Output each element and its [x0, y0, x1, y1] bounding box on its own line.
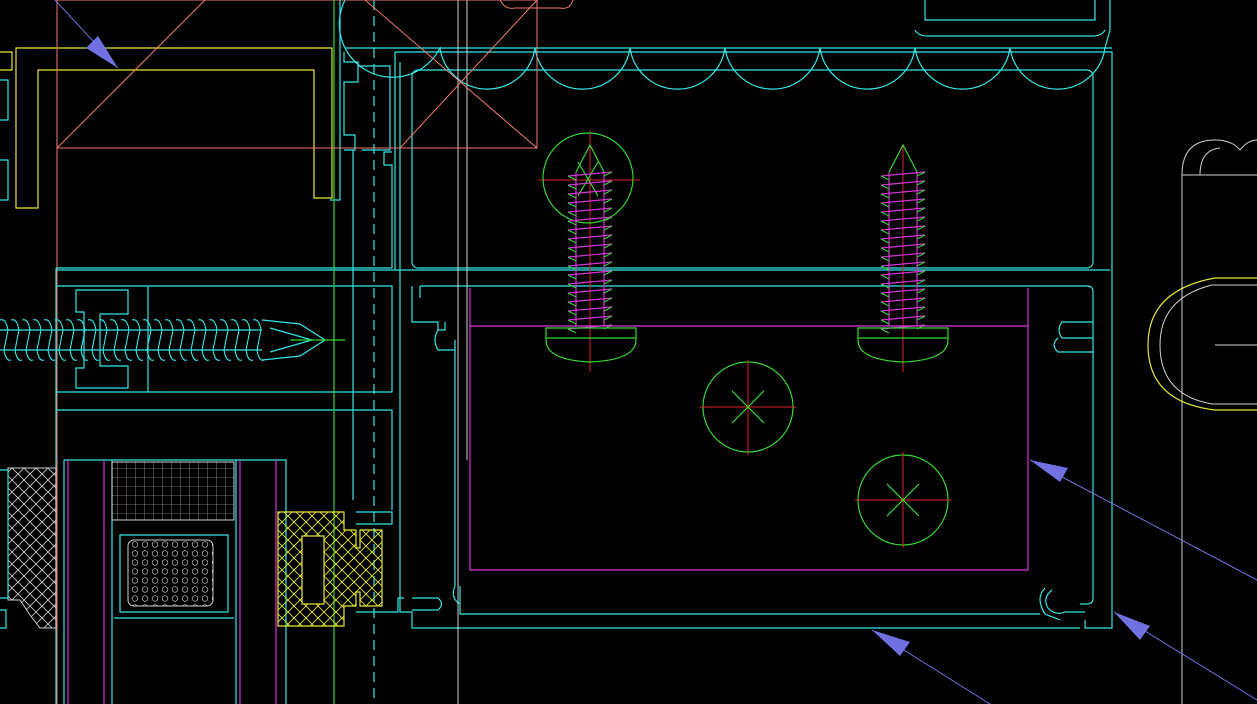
screw-hole-center[interactable] [700, 360, 796, 455]
top-left-insulation-block [0, 0, 538, 209]
leader-arrow-right-mid [1029, 459, 1257, 581]
left-frame-profile[interactable] [55, 0, 468, 704]
leader-arrow-top-left [54, 0, 119, 69]
glazing-gasket-assembly [0, 459, 404, 704]
vertical-screw-left[interactable] [538, 130, 640, 372]
aluminium-profile-main[interactable] [56, 51, 1113, 629]
top-bulb-seal [338, 0, 1112, 90]
leader-arrow-bottom-right [1113, 611, 1257, 701]
magenta-gasket-frame [469, 288, 1029, 571]
leader-arrow-bottom-center [871, 629, 991, 704]
horizontal-self-drilling-screw[interactable] [0, 319, 345, 361]
screw-hole-lower[interactable] [855, 452, 951, 548]
right-adjacent-profile [1147, 139, 1257, 704]
vertical-screw-right[interactable] [857, 143, 949, 372]
cad-drawing-canvas[interactable] [0, 0, 1257, 704]
